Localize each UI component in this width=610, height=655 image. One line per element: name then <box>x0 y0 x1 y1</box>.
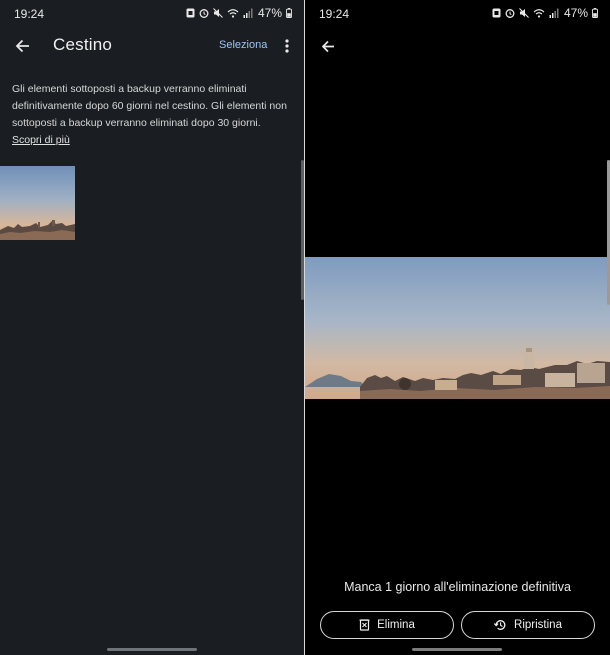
back-button[interactable] <box>10 34 34 58</box>
select-button[interactable]: Seleziona <box>219 39 267 51</box>
status-icons: 47% <box>186 6 292 20</box>
delete-icon <box>359 619 370 631</box>
status-time: 19:24 <box>14 7 45 21</box>
trash-screen: 19:24 47% Cestino Seleziona Gli elementi… <box>0 0 304 655</box>
alarm-icon <box>199 9 209 18</box>
restore-history-icon <box>494 620 506 630</box>
signal-icon <box>549 8 559 18</box>
battery-icon <box>592 8 598 18</box>
notification-icon <box>186 8 195 18</box>
status-bar: 19:24 47% <box>0 0 304 28</box>
photo-viewer-screen: 19:24 47% Manca 1 giorno all'eliminazion… <box>305 0 610 655</box>
status-bar: 19:24 47% <box>305 0 610 28</box>
gesture-nav-handle[interactable] <box>107 648 197 651</box>
trash-photo-thumbnail[interactable] <box>0 166 75 240</box>
arrow-back-icon <box>321 40 334 52</box>
learn-more-link[interactable]: Scopri di più <box>12 134 70 146</box>
alarm-icon <box>505 9 515 18</box>
days-until-deletion: Manca 1 giorno all'eliminazione definiti… <box>344 580 571 594</box>
gesture-nav-handle[interactable] <box>412 648 502 651</box>
mute-icon <box>519 8 529 18</box>
status-icons: 47% <box>492 6 598 20</box>
photo-image <box>0 166 75 240</box>
signal-icon <box>243 8 253 18</box>
wifi-icon <box>227 9 239 18</box>
page-title: Cestino <box>53 35 113 54</box>
notification-icon <box>492 8 501 18</box>
battery-level: 47% <box>257 6 282 20</box>
status-time: 19:24 <box>319 7 350 21</box>
trash-photo[interactable] <box>305 257 610 399</box>
restore-label: Ripristina <box>514 619 562 631</box>
back-button[interactable] <box>316 34 340 58</box>
trash-info-text: Gli elementi sottoposti a backup verrann… <box>12 83 287 129</box>
delete-label: Elimina <box>377 619 415 631</box>
more-vert-icon <box>285 39 289 53</box>
mute-icon <box>213 8 223 18</box>
photo-image <box>305 257 610 399</box>
arrow-back-icon <box>15 39 29 53</box>
battery-icon <box>286 8 292 18</box>
wifi-icon <box>533 9 545 18</box>
delete-button[interactable]: Elimina <box>320 611 454 639</box>
restore-button[interactable]: Ripristina <box>461 611 595 639</box>
more-options-button[interactable] <box>278 36 296 56</box>
battery-level: 47% <box>563 6 588 20</box>
